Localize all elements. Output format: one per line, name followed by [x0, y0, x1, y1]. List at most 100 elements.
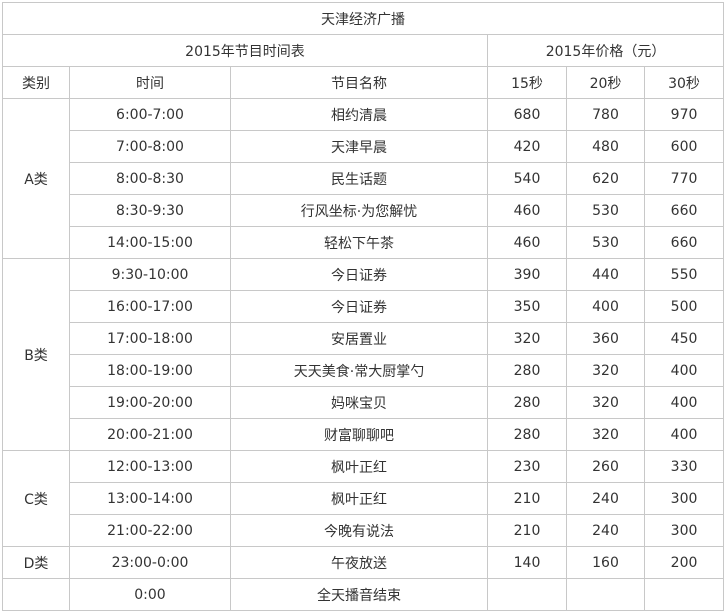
program-cell: 财富聊聊吧: [230, 418, 488, 451]
price-20s-cell: 530: [566, 226, 645, 259]
time-cell: 6:00-7:00: [69, 98, 231, 131]
header-price-15s: 15秒: [487, 66, 567, 99]
price-20s-cell: 780: [566, 98, 645, 131]
header-price-30s: 30秒: [643, 66, 724, 99]
price-30s-cell: 450: [643, 322, 724, 355]
price-15s-cell: 460: [487, 194, 567, 227]
program-cell: 行风坐标·为您解忧: [230, 194, 488, 227]
category-cell: C类: [2, 450, 70, 547]
program-cell: 妈咪宝贝: [230, 386, 488, 419]
time-cell: 19:00-20:00: [69, 386, 231, 419]
price-15s-cell: 280: [487, 354, 567, 387]
time-cell: 18:00-19:00: [69, 354, 231, 387]
time-cell: 17:00-18:00: [69, 322, 231, 355]
table-row: 16:00-17:00 今日证券 350 400 500: [3, 290, 724, 323]
price-30s-cell: 200: [643, 546, 724, 579]
price-15s-cell: 280: [487, 386, 567, 419]
time-cell: 23:00-0:00: [69, 546, 231, 579]
category-cell-empty: [2, 578, 70, 611]
price-30s-cell: 500: [643, 290, 724, 323]
table-row: 17:00-18:00 安居置业 320 360 450: [3, 322, 724, 355]
program-cell: 民生话题: [230, 162, 488, 195]
time-cell: 21:00-22:00: [69, 514, 231, 547]
price-30s-cell: 400: [643, 418, 724, 451]
price-20s-cell: 320: [566, 418, 645, 451]
price-15s-cell: 540: [487, 162, 567, 195]
table-row: C类 12:00-13:00 枫叶正红 230 260 330: [2, 450, 724, 547]
price-20s-cell: 260: [566, 450, 645, 483]
header-price-20s: 20秒: [566, 66, 645, 99]
price-15s-cell: 230: [487, 450, 567, 483]
program-cell: 相约清晨: [230, 98, 488, 131]
table-row: 18:00-19:00 天天美食·常大厨掌勺 280 320 400: [3, 354, 724, 387]
table-row: 20:00-21:00 财富聊聊吧 280 320 400: [3, 418, 724, 451]
program-cell: 今日证券: [230, 258, 488, 291]
price-15s-cell: 390: [487, 258, 567, 291]
price-30s-cell: 400: [643, 354, 724, 387]
time-cell: 13:00-14:00: [69, 482, 231, 515]
table-row: D类 23:00-0:00 午夜放送 140 160 200: [2, 546, 724, 579]
table-title: 天津经济广播: [1, 2, 724, 35]
time-cell: 8:00-8:30: [69, 162, 231, 195]
price-15s-cell: 140: [487, 546, 567, 579]
price-15s-cell: 320: [487, 322, 567, 355]
table-row: 8:00-8:30 民生话题 540 620 770: [3, 162, 724, 195]
program-cell: 枫叶正红: [230, 482, 488, 515]
table-row: 13:00-14:00 枫叶正红 210 240 300: [3, 482, 724, 515]
price-15s-cell: 420: [487, 130, 567, 163]
price-15s-cell: 460: [487, 226, 567, 259]
time-cell: 14:00-15:00: [69, 226, 231, 259]
group-header-row: 2015年节目时间表 2015年价格（元）: [2, 34, 724, 67]
time-cell: 20:00-21:00: [69, 418, 231, 451]
program-cell: 天津早晨: [230, 130, 488, 163]
price-15s-cell: 350: [487, 290, 567, 323]
price-group-header: 2015年价格（元）: [486, 34, 724, 67]
price-20s-cell: 160: [566, 546, 645, 579]
price-30s-cell: 660: [643, 226, 724, 259]
price-30s-cell: 300: [643, 482, 724, 515]
category-cell: B类: [2, 258, 70, 451]
schedule-group-header: 2015年节目时间表: [2, 34, 488, 67]
price-30s-cell: 970: [643, 98, 724, 131]
price-15s-cell-empty: [487, 578, 567, 611]
table-row: A类 6:00-7:00 相约清晨 680 780 970: [2, 98, 724, 259]
price-20s-cell: 360: [566, 322, 645, 355]
price-30s-cell: 300: [643, 514, 724, 547]
table-row: B类 9:30-10:00 今日证券 390 440 550: [2, 258, 724, 451]
price-20s-cell-empty: [566, 578, 645, 611]
category-cell: D类: [2, 546, 70, 579]
program-cell: 轻松下午茶: [230, 226, 488, 259]
price-20s-cell: 400: [566, 290, 645, 323]
price-15s-cell: 210: [487, 514, 567, 547]
price-20s-cell: 530: [566, 194, 645, 227]
price-20s-cell: 620: [566, 162, 645, 195]
price-20s-cell: 440: [566, 258, 645, 291]
program-cell: 今日证券: [230, 290, 488, 323]
price-15s-cell: 680: [487, 98, 567, 131]
price-30s-cell: 400: [643, 386, 724, 419]
price-15s-cell: 210: [487, 482, 567, 515]
table-row: 7:00-8:00 天津早晨 420 480 600: [3, 130, 724, 163]
column-header-row: 类别 时间 节目名称 15秒 20秒 30秒: [2, 66, 724, 99]
program-cell: 今晚有说法: [230, 514, 488, 547]
price-30s-cell-empty: [643, 578, 724, 611]
program-cell: 午夜放送: [230, 546, 488, 579]
header-program: 节目名称: [230, 66, 488, 99]
table-row: 14:00-15:00 轻松下午茶 460 530 660: [3, 226, 724, 259]
price-30s-cell: 770: [643, 162, 724, 195]
program-cell: 枫叶正红: [230, 450, 488, 483]
header-time: 时间: [69, 66, 231, 99]
time-cell: 0:00: [69, 578, 231, 611]
rate-table: 天津经济广播 2015年节目时间表 2015年价格（元） 类别 时间 节目名称 …: [1, 2, 724, 611]
price-20s-cell: 320: [566, 386, 645, 419]
program-cell: 全天播音结束: [230, 578, 488, 611]
price-20s-cell: 480: [566, 130, 645, 163]
price-15s-cell: 280: [487, 418, 567, 451]
table-row: 19:00-20:00 妈咪宝贝 280 320 400: [3, 386, 724, 419]
time-cell: 12:00-13:00: [69, 450, 231, 483]
title-row: 天津经济广播: [1, 2, 724, 35]
price-20s-cell: 240: [566, 482, 645, 515]
table-row-end: 0:00 全天播音结束: [2, 578, 724, 611]
price-20s-cell: 240: [566, 514, 645, 547]
table-row: 21:00-22:00 今晚有说法 210 240 300: [3, 514, 724, 547]
